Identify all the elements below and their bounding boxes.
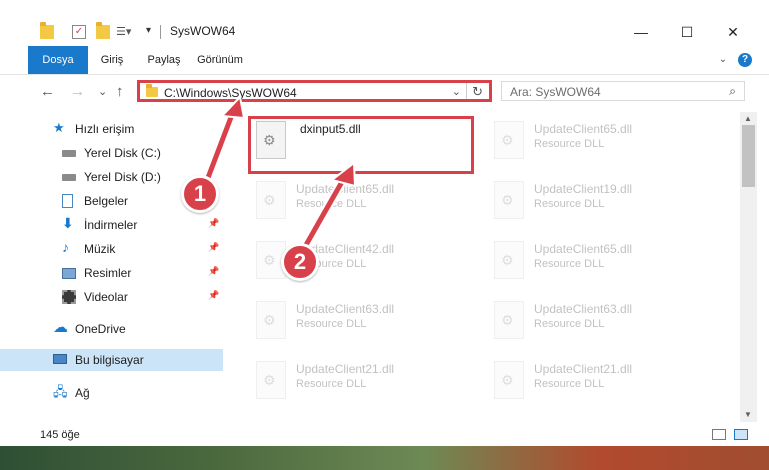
callout-badge-1: 1 — [181, 175, 219, 213]
callout-arrows — [201, 94, 357, 257]
callout-badge-2: 2 — [281, 243, 319, 281]
